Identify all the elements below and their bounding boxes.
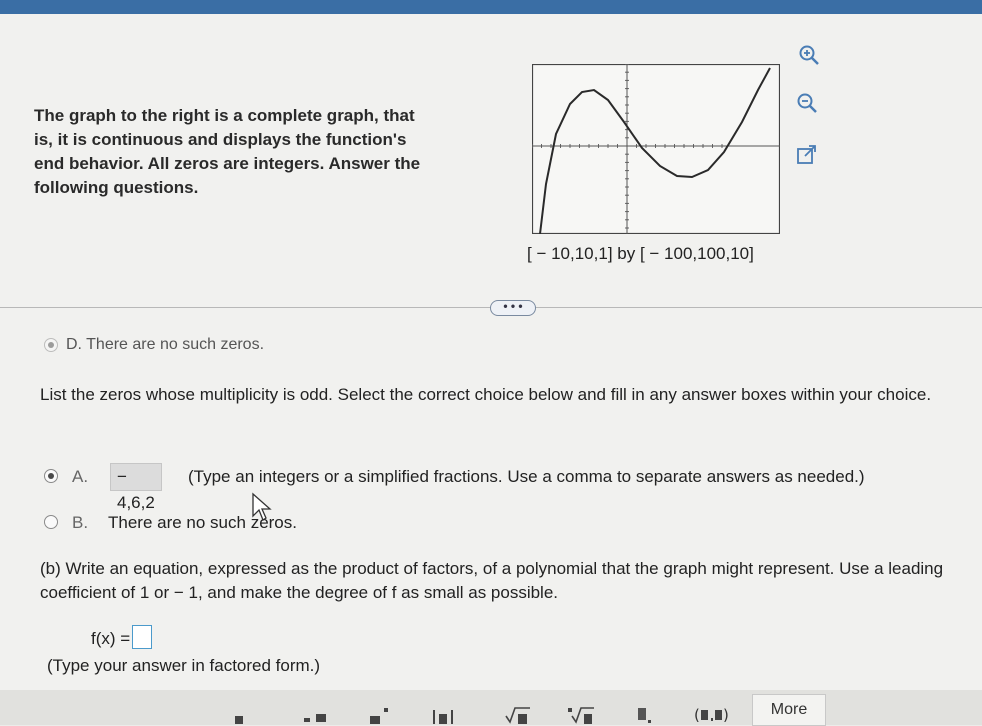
window-label: [ − 10,10,1] by [ − 100,100,10] — [527, 244, 754, 263]
question-b-text: (b) Write an equation, expressed as the … — [40, 559, 944, 602]
option-a-letter: A. — [72, 467, 89, 486]
svg-text:): ) — [723, 706, 729, 724]
option-a-instruction: (Type an integers or a simplified fracti… — [188, 467, 865, 486]
fraction-icon[interactable] — [228, 702, 250, 724]
radio-option-b[interactable] — [44, 515, 58, 529]
math-toolbar: ( ) More — [0, 690, 982, 726]
answer-hint: (Type your answer in factored form.) — [47, 656, 321, 675]
zoom-out-icon[interactable] — [795, 91, 819, 115]
square-root-icon[interactable] — [504, 702, 532, 724]
nth-root-icon[interactable] — [566, 702, 596, 724]
ordered-pair-icon[interactable]: ( ) — [690, 702, 730, 724]
radio-option-a[interactable] — [44, 469, 58, 483]
question-a-text: List the zeros whose multiplicity is odd… — [40, 385, 932, 404]
more-button[interactable]: More — [752, 694, 826, 726]
option-a-answer-input[interactable]: − 4,6,2 — [110, 463, 162, 512]
open-external-icon[interactable] — [795, 143, 819, 167]
previous-option-text: D. There are no such zeros. — [66, 336, 265, 353]
graph-frame — [532, 64, 780, 234]
option-b-letter: B. — [72, 513, 89, 532]
mixed-number-icon[interactable] — [302, 702, 332, 724]
fx-label: f(x) = — [91, 629, 131, 648]
exponent-icon[interactable] — [366, 702, 392, 724]
top-bar — [0, 0, 982, 14]
svg-text:(: ( — [694, 706, 700, 724]
problem-description: The graph to the right is a complete gra… — [34, 106, 421, 197]
expand-button[interactable]: • • • — [490, 300, 536, 316]
subscript-icon[interactable] — [632, 702, 658, 724]
mouse-cursor-icon — [252, 492, 272, 521]
fx-answer-input[interactable] — [132, 625, 152, 649]
radio-prev-option[interactable] — [44, 338, 58, 352]
absolute-value-icon[interactable] — [430, 702, 456, 724]
function-graph — [532, 64, 780, 234]
zoom-in-icon[interactable] — [797, 43, 821, 67]
